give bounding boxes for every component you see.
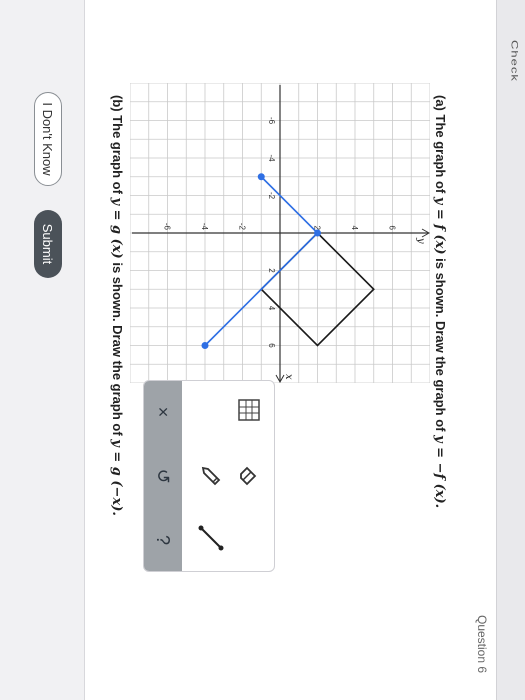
eraser-button[interactable] (234, 459, 264, 493)
part-b-function: y = g (x) (109, 197, 124, 259)
y-tick-label: 4 (350, 226, 359, 231)
part-a-function: y = f (x) (432, 196, 447, 255)
submit-button[interactable]: Submit (34, 210, 62, 278)
graph-canvas[interactable]: xy -6-4-2246642-2-4-6 (130, 83, 430, 383)
grid-toggle-icon (238, 399, 260, 421)
line-segment-button[interactable] (196, 521, 226, 555)
close-icon: × (153, 406, 174, 418)
x-tick-label: 2 (267, 268, 276, 273)
part-b-prompt: (b) The graph of y = g (x) is shown. Dra… (109, 95, 125, 516)
eraser-icon (240, 466, 257, 486)
top-bar: Check (496, 0, 525, 700)
pencil-button[interactable] (196, 459, 226, 493)
dont-know-button[interactable]: I Don't Know (34, 92, 62, 186)
y-tick-label: -2 (238, 223, 247, 231)
help-icon: ? (153, 534, 174, 545)
g-graph-point[interactable] (201, 342, 209, 349)
g-graph-point[interactable] (257, 173, 265, 181)
part-a-prompt: (a) The graph of y = f (x) is shown. Dra… (432, 95, 448, 509)
x-tick-label: -2 (267, 192, 276, 200)
x-tick-label: -4 (267, 154, 276, 162)
y-tick-label: -4 (200, 223, 209, 231)
y-tick-label: -6 (163, 223, 172, 231)
undo-button[interactable]: ↺ (150, 461, 176, 491)
tool-panel-footer: × ↺ ? (144, 381, 182, 571)
undo-icon: ↺ (153, 468, 174, 484)
line-segment-icon (198, 525, 224, 551)
part-b-target: y = g (−x). (109, 439, 124, 516)
drawing-tool-panel: × ↺ ? (143, 380, 275, 572)
y-tick-label: 6 (388, 226, 397, 231)
help-button[interactable]: ? (150, 525, 176, 555)
x-axis-label: x (283, 374, 294, 380)
question-number: Question 6 (475, 615, 489, 674)
graph-axes: xy (132, 85, 430, 383)
x-tick-label: -6 (267, 117, 276, 125)
graph-curves (201, 173, 375, 349)
grid-toggle-button[interactable] (234, 393, 264, 427)
x-tick-label: 4 (267, 306, 276, 311)
y-axis-label: y (415, 237, 426, 244)
check-label: Check (509, 40, 520, 82)
g-graph-point[interactable] (314, 229, 321, 237)
part-a-target: y = −f (x). (432, 435, 447, 509)
pencil-icon (201, 466, 221, 486)
clear-button[interactable]: × (150, 397, 176, 427)
screen: Check Question 6 (a) The graph of y = f … (0, 0, 525, 700)
x-tick-label: 6 (267, 343, 276, 348)
